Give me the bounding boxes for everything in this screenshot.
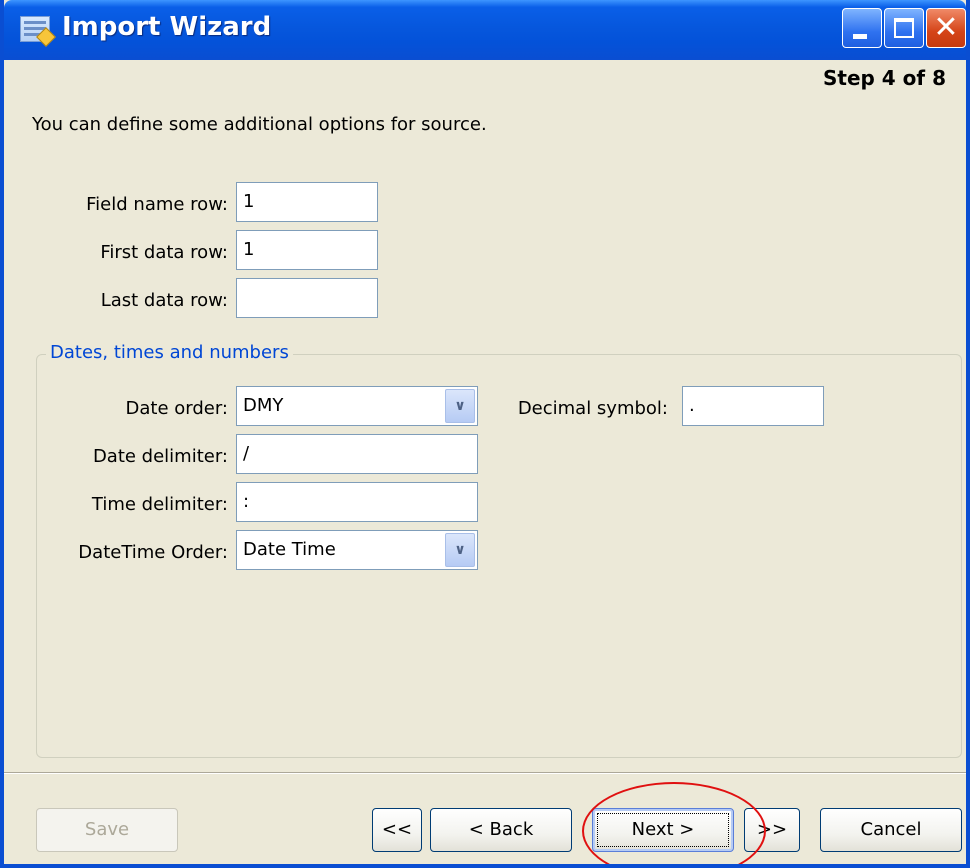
import-wizard-window: Import Wizard ✕ Step 4 of 8 You can defi… <box>0 0 970 868</box>
close-button[interactable]: ✕ <box>926 8 966 48</box>
window-title: Import Wizard <box>62 12 272 42</box>
minimize-icon <box>853 34 867 39</box>
datetime-order-value: Date Time <box>243 539 336 560</box>
date-order-value: DMY <box>243 395 284 416</box>
decimal-symbol-input[interactable]: . <box>682 386 824 426</box>
title-bar[interactable]: Import Wizard ✕ <box>4 0 966 60</box>
next-button[interactable]: Next > <box>592 808 734 852</box>
group-legend: Dates, times and numbers <box>46 342 293 363</box>
last-step-button[interactable]: >> <box>744 808 800 852</box>
datetime-order-label: DateTime Order: <box>78 542 228 563</box>
chevron-down-icon: ∨ <box>454 398 466 414</box>
first-step-button[interactable]: << <box>372 808 422 852</box>
save-button[interactable]: Save <box>36 808 178 852</box>
date-delimiter-input[interactable]: / <box>236 434 478 474</box>
datetime-order-dropdown-button[interactable]: ∨ <box>445 533 475 567</box>
intro-text: You can define some additional options f… <box>32 114 487 135</box>
chevron-down-icon: ∨ <box>454 542 466 558</box>
date-order-select[interactable]: DMY ∨ <box>236 386 478 426</box>
cancel-button[interactable]: Cancel <box>820 808 962 852</box>
footer-separator <box>4 772 966 774</box>
decimal-symbol-label: Decimal symbol: <box>517 398 668 419</box>
date-order-label: Date order: <box>125 398 229 419</box>
import-wizard-icon <box>20 16 50 42</box>
close-icon: ✕ <box>933 10 959 45</box>
back-button[interactable]: < Back <box>430 808 572 852</box>
date-order-dropdown-button[interactable]: ∨ <box>445 389 475 423</box>
last-data-row-input[interactable] <box>236 278 378 318</box>
next-focus-ring <box>597 813 729 847</box>
time-delimiter-label: Time delimiter: <box>91 494 228 515</box>
field-name-row-label: Field name row: <box>86 194 228 215</box>
time-delimiter-input[interactable]: : <box>236 482 478 522</box>
minimize-button[interactable] <box>842 8 882 48</box>
last-data-row-label: Last data row: <box>100 290 228 311</box>
step-indicator: Step 4 of 8 <box>822 66 946 90</box>
datetime-order-select[interactable]: Date Time ∨ <box>236 530 478 570</box>
maximize-icon <box>894 18 914 38</box>
first-data-row-label: First data row: <box>100 242 228 263</box>
maximize-button[interactable] <box>884 8 924 48</box>
first-data-row-input[interactable]: 1 <box>236 230 378 270</box>
field-name-row-input[interactable]: 1 <box>236 182 378 222</box>
date-delimiter-label: Date delimiter: <box>92 446 228 467</box>
